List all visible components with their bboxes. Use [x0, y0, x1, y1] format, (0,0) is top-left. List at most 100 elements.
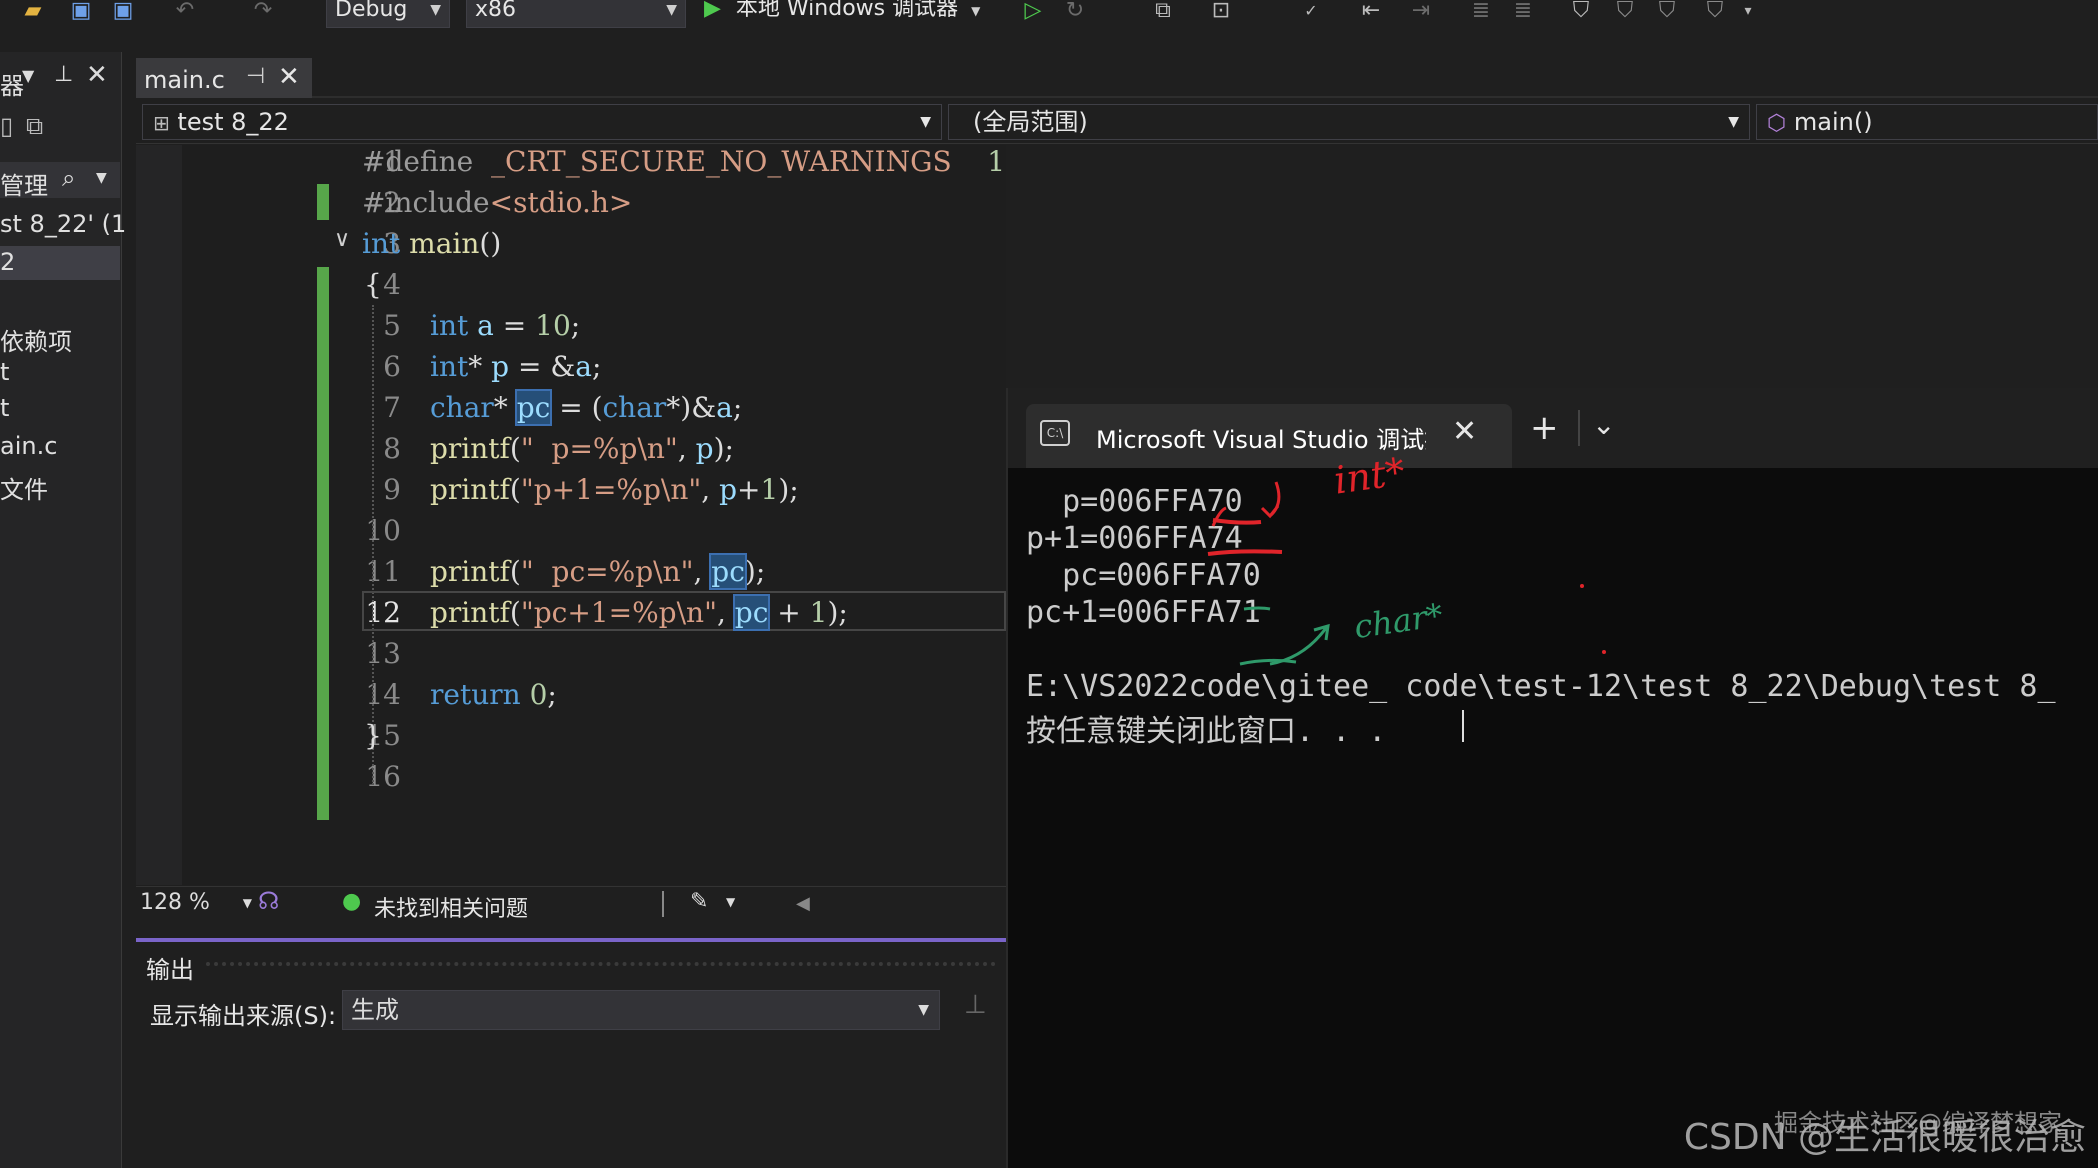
pin-icon[interactable]: ⊣	[246, 64, 265, 89]
indent-guide	[372, 305, 374, 785]
panel-grip	[206, 962, 996, 966]
console-tab-title: Microsoft Visual Studio 调试控	[1096, 426, 1426, 454]
save-all-icon[interactable]: ▣	[108, 0, 138, 24]
play-icon: ▶	[704, 0, 721, 21]
add-tab-icon[interactable]: +	[1530, 408, 1559, 448]
tree-item-folder[interactable]: t	[0, 358, 9, 386]
change-bar	[317, 267, 329, 820]
tree-item-dependencies[interactable]: 依赖项	[0, 322, 72, 357]
tree-item-file[interactable]: ain.c	[0, 432, 57, 460]
spellcheck-icon[interactable]: ✓	[1296, 0, 1326, 24]
panel-title: 器	[0, 72, 24, 100]
chevron-down-icon[interactable]: ▼	[726, 895, 735, 909]
code-line-12: printf("pc+1=%p\n", pc + 1);	[430, 594, 848, 631]
copilot-icon[interactable]: ☊	[258, 887, 279, 915]
code-line-1: #define _CRT_SECURE_NO_WARNINGS 1	[362, 145, 1006, 178]
output-source-dropdown[interactable]: 生成 ▼	[342, 990, 940, 1030]
chevron-down-icon[interactable]: ▼	[22, 66, 34, 85]
debug-console-window[interactable]: C:\ Microsoft Visual Studio 调试控 ✕ + ⌄ p=…	[1006, 388, 2098, 1168]
solution-explorer-panel: 器 ▼ ⊥ ✕ ▯ ⧉ 管理 ⌕ ▼ st 8_22' (1 2 依赖项 t t…	[0, 52, 126, 1168]
config-value: Debug	[335, 0, 408, 22]
find-in-output-icon[interactable]: ⊥	[964, 990, 987, 1020]
tree-item-selected[interactable]: 2	[0, 246, 120, 280]
project-label: test 8_22	[177, 108, 289, 136]
next-bookmark-icon[interactable]: ⛉	[1652, 0, 1682, 24]
watermark-secondary: 掘金技术社区@编译梦想家	[1774, 1103, 2062, 1138]
chevron-down-icon: ▼	[971, 4, 981, 18]
search-icon: ⌕	[62, 164, 76, 192]
glyph-margin	[136, 145, 182, 885]
hot-reload-icon[interactable]: ↻	[1060, 0, 1090, 24]
code-line-3: int main()	[362, 227, 502, 260]
code-line-5: int a = 10;	[430, 309, 581, 342]
code-line-8: printf(" p=%p\n", p);	[430, 432, 734, 465]
undo-icon[interactable]: ↶	[170, 0, 200, 24]
divider	[1578, 410, 1580, 446]
handwritten-annotations	[1207, 481, 1606, 666]
method-icon: ⬡	[1767, 111, 1787, 136]
chevron-down-icon[interactable]: ⌄	[1592, 408, 1615, 441]
chevron-down-icon: ▼	[96, 170, 107, 186]
toolbar: ▰ ▣ ▣ ↶ ↷ Debug ▼ x86 ▼ ▶ 本地 Windows 调试器…	[0, 0, 2098, 30]
scope-label: (全局范围)	[973, 108, 1088, 136]
tree-item-label: 2	[0, 248, 16, 276]
toolbar-overflow-icon[interactable]: ▾	[1736, 0, 1760, 24]
code-line-9: printf("p+1=%p\n", p+1);	[430, 473, 799, 506]
save-icon[interactable]: ▣	[66, 0, 96, 24]
green-underline	[1243, 606, 1271, 611]
code-editor[interactable]: 1 2 3 4 5 6 7 8 9 10 11 12 13 14 15 16 ∨…	[136, 145, 1006, 885]
code-cleanup-icon[interactable]: ✎	[690, 889, 708, 914]
scroll-left-icon[interactable]: ◀	[796, 893, 810, 914]
platform-dropdown[interactable]: x86 ▼	[466, 0, 686, 28]
code-line-7: char* pc = (char*)&a;	[430, 389, 743, 426]
chevron-down-icon: ▼	[918, 1002, 929, 1018]
close-icon[interactable]: ✕	[278, 62, 300, 92]
red-dot	[1602, 650, 1606, 654]
chevron-down-icon: ▼	[430, 2, 441, 18]
prev-bookmark-icon[interactable]: ⛉	[1610, 0, 1640, 24]
tab-label: main.c	[144, 66, 225, 94]
zoom-dropdown[interactable]: 128 % ▼	[140, 889, 252, 919]
console-tab[interactable]: C:\ Microsoft Visual Studio 调试控 ✕	[1026, 404, 1512, 468]
open-folder-icon[interactable]: ▰	[18, 0, 48, 24]
window-icon[interactable]: ⊡	[1206, 0, 1236, 24]
platform-value: x86	[475, 0, 517, 22]
pin-icon[interactable]: ⊥	[54, 62, 73, 87]
chevron-down-icon: ▼	[242, 896, 252, 910]
fold-chevron-icon[interactable]: ∨	[334, 227, 350, 252]
comment-icon[interactable]: ≣	[1466, 0, 1496, 24]
project-dropdown[interactable]: ⊞ test 8_22 ▼	[142, 104, 942, 140]
green-underline	[1239, 658, 1297, 666]
config-dropdown[interactable]: Debug ▼	[326, 0, 450, 28]
red-arrow	[1260, 481, 1281, 519]
member-label: main()	[1793, 108, 1873, 136]
indent-icon[interactable]: ⇤	[1356, 0, 1386, 24]
close-icon[interactable]: ✕	[1452, 414, 1477, 449]
bookmark-icon[interactable]: ⛉	[1566, 0, 1596, 24]
start-debug-button[interactable]: ▶ 本地 Windows 调试器 ▼	[704, 0, 980, 26]
search-box[interactable]: 管理 ⌕ ▼	[0, 162, 120, 200]
code-line-11: printf(" pc=%p\n", pc);	[430, 553, 766, 590]
clear-bookmark-icon[interactable]: ⛉	[1700, 0, 1730, 24]
outdent-icon[interactable]: ⇥	[1406, 0, 1436, 24]
code-line-2: #include<stdio.h>	[362, 186, 633, 219]
issues-status[interactable]: 未找到相关问题	[374, 891, 528, 923]
tab-main-c[interactable]: main.c ⊣ ✕	[136, 58, 312, 98]
output-panel: 输出 显示输出来源(S): 生成 ▼ ⊥	[136, 938, 1006, 1168]
text-cursor	[1462, 710, 1464, 742]
uncomment-icon[interactable]: ≣	[1508, 0, 1538, 24]
close-icon[interactable]: ✕	[86, 60, 108, 90]
output-source-label: 显示输出来源(S):	[150, 1002, 337, 1030]
member-dropdown[interactable]: ⬡ main()	[1756, 104, 2098, 140]
chevron-down-icon: ▼	[920, 114, 931, 130]
view-icon[interactable]: ▯	[0, 112, 13, 140]
run-without-debug-icon[interactable]: ▷	[1018, 0, 1048, 24]
tree-item-solution[interactable]: st 8_22' (1	[0, 210, 126, 238]
tree-item-files[interactable]: 文件	[0, 470, 48, 505]
tree-item-folder[interactable]: t	[0, 394, 9, 422]
red-underline	[1207, 549, 1283, 556]
redo-icon[interactable]: ↷	[248, 0, 278, 24]
copy-icon[interactable]: ⧉	[26, 112, 43, 140]
scope-dropdown[interactable]: (全局范围) ▼	[948, 104, 1750, 140]
browse-icon[interactable]: ⧉	[1148, 0, 1178, 24]
